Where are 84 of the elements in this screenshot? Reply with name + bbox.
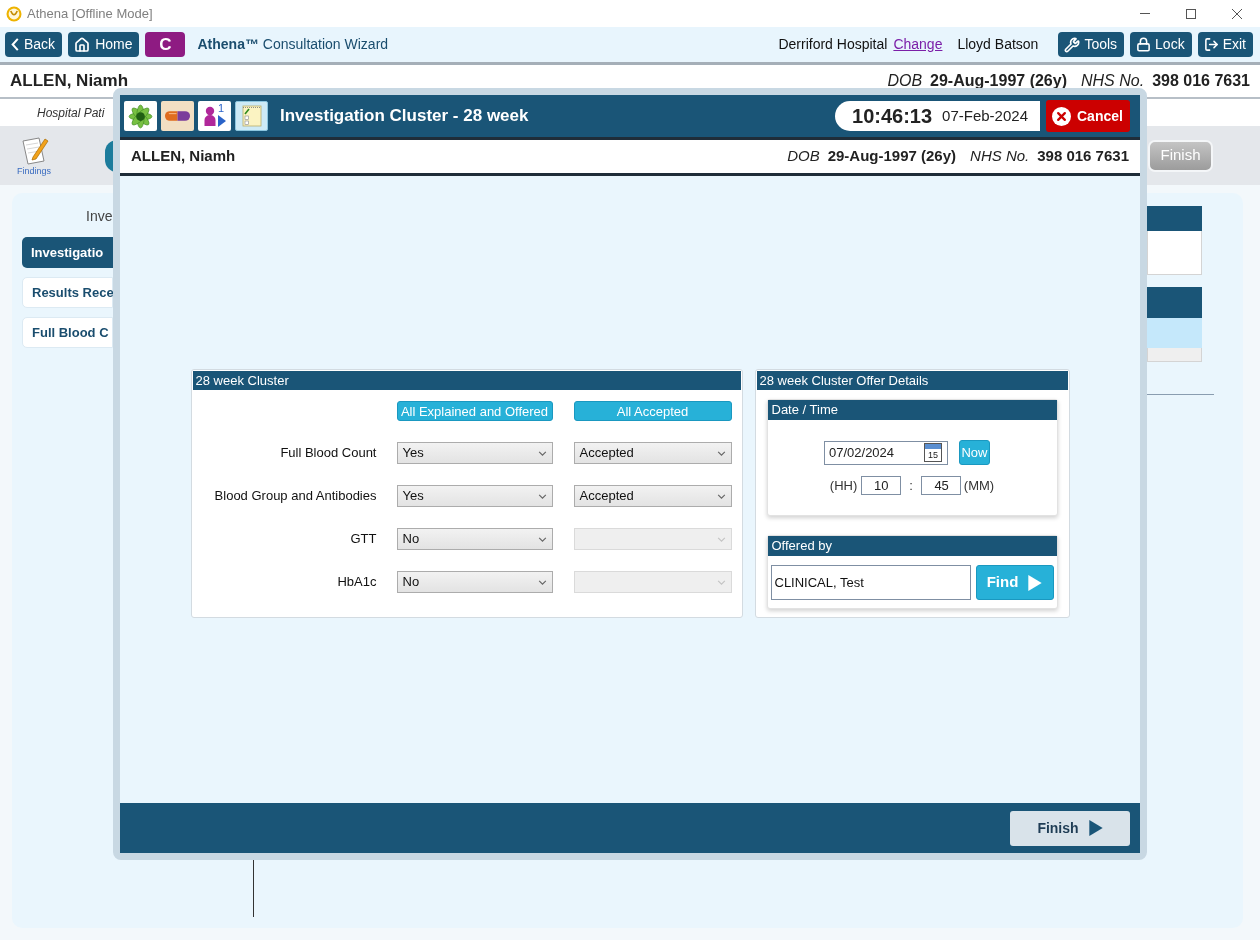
chevron-down-icon: [716, 493, 726, 499]
play-icon: [1088, 820, 1103, 836]
nav-item[interactable]: Full Blood C: [22, 317, 113, 348]
pill-icon[interactable]: [161, 101, 194, 131]
person-arrow-icon: [202, 104, 227, 128]
close-circle-icon: [1052, 106, 1071, 126]
panel-title: 28 week Cluster Offer Details: [756, 371, 1068, 390]
flower-icon[interactable]: [124, 101, 157, 131]
queue-button[interactable]: 1: [198, 101, 231, 131]
investigation-label: Full Blood Count: [279, 444, 377, 463]
wrench-icon: [1064, 36, 1081, 53]
lock-button[interactable]: Lock: [1130, 32, 1192, 57]
time-separator: :: [909, 477, 913, 495]
chevron-down-icon: [537, 450, 547, 456]
offered-dropdown[interactable]: Yes: [396, 485, 553, 507]
panel-title: 28 week Cluster: [192, 371, 741, 390]
app-title: Athena™ Consultation Wizard: [197, 35, 389, 54]
play-icon: [1028, 574, 1043, 591]
subheader-text: Hospital Pati: [37, 104, 105, 122]
investigation-label: HbA1c: [336, 573, 377, 592]
exit-icon: [1203, 37, 1219, 52]
minimize-icon: [1140, 13, 1150, 14]
table-header-bar: [1147, 287, 1202, 318]
clock-time: 10:46:13: [852, 104, 933, 129]
chevron-down-icon: [537, 536, 547, 542]
offered-dropdown[interactable]: No: [396, 571, 553, 593]
offered-dropdown[interactable]: Yes: [396, 442, 553, 464]
outcome-dropdown[interactable]: Accepted: [573, 485, 732, 507]
table-header-bar: [1147, 206, 1202, 231]
change-link[interactable]: Change: [893, 34, 943, 55]
exit-button[interactable]: Exit: [1197, 32, 1253, 57]
lock-icon: [1136, 37, 1152, 52]
back-button[interactable]: Back: [5, 32, 63, 57]
chevron-down-icon: [716, 579, 726, 585]
outcome-dropdown[interactable]: Accepted: [573, 442, 732, 464]
nhs-label: NHS No.: [970, 146, 1030, 167]
clinician-field[interactable]: CLINICAL, Test: [770, 565, 971, 600]
offered-dropdown[interactable]: No: [396, 528, 553, 550]
dob-value: 29-Aug-1997 (26y): [930, 71, 1067, 91]
patient-name: ALLEN, Niamh: [10, 70, 129, 93]
nhs-label: NHS No.: [1081, 71, 1145, 91]
investigation-label: Blood Group and Antibodies: [213, 487, 377, 506]
clock-date: 07-Feb-2024: [942, 105, 1028, 126]
chevron-down-icon: [537, 493, 547, 499]
hospital-name: Derriford Hospital: [778, 35, 888, 54]
context-button[interactable]: C: [145, 32, 186, 57]
close-icon: [1232, 8, 1242, 19]
chevron-left-icon: [11, 38, 19, 51]
user-name: Lloyd Batson: [957, 35, 1039, 54]
card-title: Date / Time: [767, 400, 1057, 420]
calendar-button[interactable]: 15: [924, 442, 942, 462]
finish-button[interactable]: Finish: [1010, 810, 1130, 846]
home-button[interactable]: Home: [68, 32, 140, 57]
nhs-number: 398 016 7631: [1037, 146, 1129, 167]
app-logo-icon: [6, 5, 22, 22]
hour-field[interactable]: 10: [861, 476, 902, 496]
minute-field[interactable]: 45: [920, 476, 961, 496]
findings-button[interactable]: Findings: [14, 135, 54, 176]
table-row: [1147, 318, 1202, 348]
card-title: Offered by: [767, 536, 1057, 556]
dob-value: 29-Aug-1997 (26y): [827, 146, 957, 167]
table-body: [1147, 231, 1202, 275]
dob-label: DOB: [787, 146, 820, 167]
window-title: Athena [Offline Mode]: [27, 4, 153, 23]
section-heading: Inve: [86, 208, 113, 224]
dialog-title: Investigation Cluster - 28 week: [280, 105, 529, 128]
hour-label: (HH): [829, 477, 858, 495]
tools-button[interactable]: Tools: [1058, 32, 1125, 57]
maximize-icon: [1186, 8, 1196, 19]
chevron-down-icon: [716, 536, 726, 542]
chevron-down-icon: [537, 579, 547, 585]
notepad-icon[interactable]: [235, 101, 268, 131]
nav-item[interactable]: Results Rece: [22, 277, 113, 308]
nhs-number: 398 016 7631: [1152, 71, 1250, 91]
patient-name: ALLEN, Niamh: [131, 146, 236, 167]
nav-item[interactable]: Investigatio: [22, 237, 113, 268]
chevron-down-icon: [716, 450, 726, 456]
cancel-button[interactable]: Cancel: [1046, 100, 1130, 132]
notepad-pencil-icon: [19, 135, 49, 165]
table-row: [1147, 348, 1202, 362]
minute-label: (MM): [963, 477, 995, 495]
home-icon: [74, 36, 91, 53]
dob-label: DOB: [887, 71, 923, 91]
investigation-label: GTT: [349, 530, 377, 549]
